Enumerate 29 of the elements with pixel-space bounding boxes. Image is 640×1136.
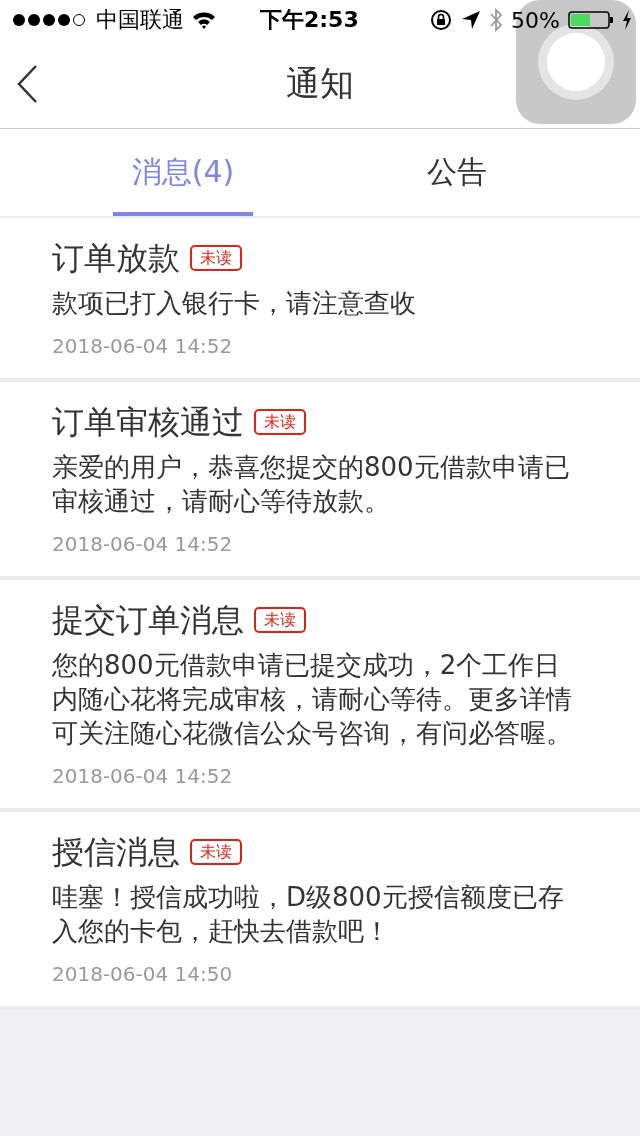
battery-percent: 50% [511,7,560,33]
message-time: 2018-06-04 14:52 [52,532,233,556]
message-body: 款项已打入银行卡，请注意查收 [52,287,417,320]
message-body: 哇塞！授信成功啦，D级800元授信额度已存入您的卡包，赶快去借款吧！ [52,881,565,948]
message-title: 提交订单消息 [52,600,244,641]
message-body: 您的800元借款申请已提交成功，2个工作日内随心花将完成审核，请耐心等待。更多详情可关注随心花微信公众号咨询，有问必答喔。 [52,649,573,750]
message-time: 2018-06-04 14:52 [52,764,233,788]
tab[interactable]: 公告 [387,129,527,216]
page-title: 通知 [286,62,354,105]
signal-icon [12,13,88,27]
message-title: 订单放款 [52,238,180,279]
wifi-icon [192,11,216,29]
clock-time: 下午2:53 [260,6,359,34]
message-title: 授信消息 [52,832,180,873]
message-body: 亲爱的用户，恭喜您提交的800元借款申请已审核通过，请耐心等待放款。 [52,451,571,518]
message-time: 2018-06-04 14:50 [52,962,233,986]
unread-badge: 未读 [190,839,242,865]
bluetooth-icon [489,8,504,32]
battery-icon [568,11,614,29]
rotation-lock-icon [429,8,454,32]
message-time: 2018-06-04 14:52 [52,334,233,358]
carrier-name: 中国联通 [96,6,184,34]
unread-badge: 未读 [254,409,306,435]
back-chevron-icon [16,64,38,104]
charging-bolt-icon [622,10,632,30]
message-title: 订单审核通过 [52,402,244,443]
unread-badge: 未读 [254,607,306,633]
location-arrow-icon [461,10,482,30]
unread-badge: 未读 [190,245,242,271]
